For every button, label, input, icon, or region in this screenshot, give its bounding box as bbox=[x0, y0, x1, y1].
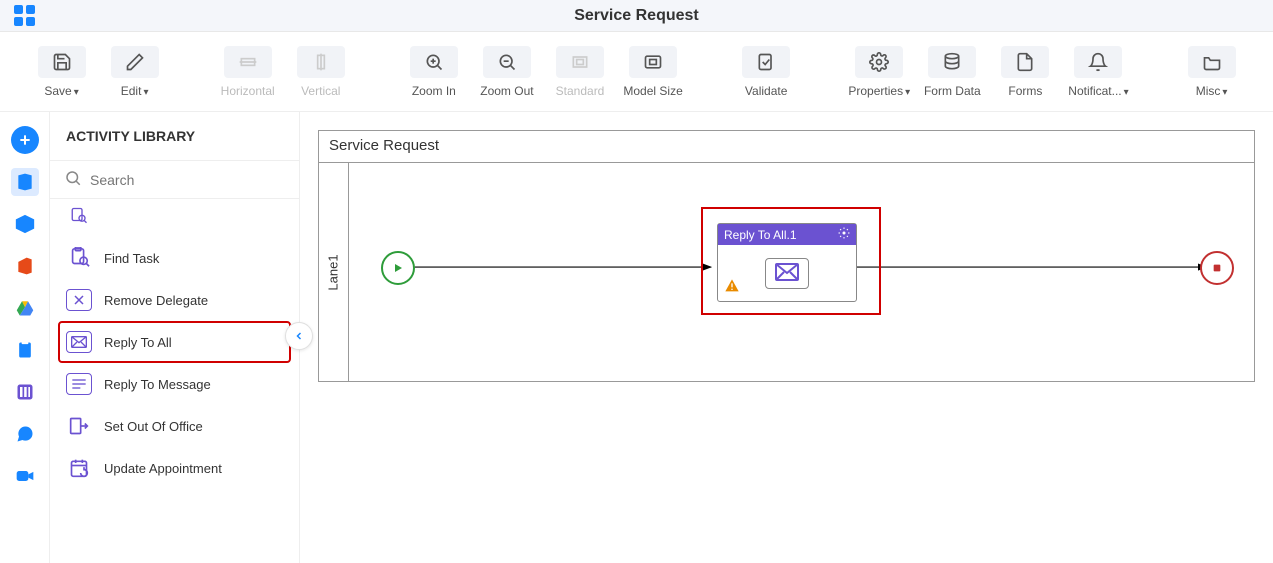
activity-node-label: Reply To All.1 bbox=[724, 228, 797, 242]
app-header: Service Request bbox=[0, 0, 1273, 32]
search-input[interactable] bbox=[90, 172, 285, 188]
rail-chat-icon[interactable] bbox=[11, 420, 39, 448]
activity-item-remove-delegate[interactable]: Remove Delegate bbox=[58, 279, 291, 321]
process-title[interactable]: Service Request bbox=[319, 131, 1254, 163]
app-logo[interactable] bbox=[0, 5, 50, 27]
chevron-down-icon: ▾ bbox=[905, 87, 910, 98]
left-rail bbox=[0, 112, 50, 563]
sidebar-title: ACTIVITY LIBRARY bbox=[50, 112, 299, 161]
calendar-icon bbox=[66, 457, 92, 479]
align-vertical-icon bbox=[297, 46, 345, 78]
search-icon bbox=[64, 169, 82, 190]
process-canvas[interactable]: Service Request Lane1 Reply To bbox=[318, 130, 1255, 382]
rail-add-button[interactable] bbox=[11, 126, 39, 154]
out-of-office-icon bbox=[66, 415, 92, 437]
chevron-down-icon: ▾ bbox=[1222, 87, 1227, 98]
folder-icon bbox=[1188, 46, 1236, 78]
activity-list[interactable]: Find Task Remove Delegate Reply To All R… bbox=[50, 199, 299, 563]
activity-label: Remove Delegate bbox=[104, 293, 208, 308]
misc-button[interactable]: Misc▾ bbox=[1180, 40, 1243, 104]
end-node[interactable] bbox=[1200, 251, 1234, 285]
validate-icon bbox=[742, 46, 790, 78]
activity-label: Update Appointment bbox=[104, 461, 222, 476]
remove-delegate-icon bbox=[66, 289, 92, 311]
notifications-button[interactable]: Notificat...▾ bbox=[1067, 40, 1130, 104]
start-node[interactable] bbox=[381, 251, 415, 285]
activity-node-body bbox=[718, 245, 856, 301]
rail-box-icon[interactable] bbox=[11, 210, 39, 238]
horizontal-button: Horizontal bbox=[216, 40, 279, 104]
toolbar: Save▾ Edit▾ Horizontal Vertical Zoom In … bbox=[0, 32, 1273, 112]
rail-video-icon[interactable] bbox=[11, 462, 39, 490]
chevron-down-icon: ▾ bbox=[143, 87, 148, 98]
search-wrap bbox=[50, 161, 299, 199]
chevron-down-icon: ▾ bbox=[1124, 87, 1129, 98]
page-title: Service Request bbox=[0, 7, 1273, 25]
rail-clipboard-icon[interactable] bbox=[11, 336, 39, 364]
activity-item-find-task[interactable]: Find Task bbox=[58, 237, 291, 279]
edit-button[interactable]: Edit▾ bbox=[103, 40, 166, 104]
lane-label[interactable]: Lane1 bbox=[319, 163, 349, 381]
gear-icon bbox=[855, 46, 903, 78]
find-task-icon bbox=[66, 247, 92, 269]
zoom-out-button[interactable]: Zoom Out bbox=[475, 40, 538, 104]
envelope-icon bbox=[66, 331, 92, 353]
chevron-down-icon: ▾ bbox=[74, 87, 79, 98]
process-canvas-wrap[interactable]: Service Request Lane1 Reply To bbox=[300, 112, 1273, 563]
bell-icon bbox=[1074, 46, 1122, 78]
forms-button[interactable]: Forms bbox=[994, 40, 1057, 104]
lane-body[interactable]: Reply To All.1 bbox=[349, 163, 1254, 381]
align-horizontal-icon bbox=[224, 46, 272, 78]
activity-label: Find Task bbox=[104, 251, 159, 266]
activity-label: Reply To Message bbox=[104, 377, 211, 392]
activity-label: Reply To All bbox=[104, 335, 172, 350]
save-icon bbox=[38, 46, 86, 78]
rail-office-icon[interactable] bbox=[11, 252, 39, 280]
rail-exchange-icon[interactable] bbox=[11, 168, 39, 196]
warning-icon bbox=[724, 278, 740, 297]
zoom-standard-button: Standard bbox=[548, 40, 611, 104]
activity-item-set-out-of-office[interactable]: Set Out Of Office bbox=[58, 405, 291, 447]
zoom-out-icon bbox=[483, 46, 531, 78]
zoom-in-icon bbox=[410, 46, 458, 78]
model-size-icon bbox=[629, 46, 677, 78]
form-data-button[interactable]: Form Data bbox=[921, 40, 984, 104]
activity-label: Set Out Of Office bbox=[104, 419, 203, 434]
vertical-button: Vertical bbox=[289, 40, 352, 104]
activity-library-sidebar: ACTIVITY LIBRARY Find Task Remove Delega… bbox=[50, 112, 300, 563]
search-doc-icon bbox=[66, 205, 92, 227]
document-icon bbox=[1001, 46, 1049, 78]
reply-message-icon bbox=[66, 373, 92, 395]
save-button[interactable]: Save▾ bbox=[30, 40, 93, 104]
activity-item-partial[interactable] bbox=[58, 205, 291, 237]
activity-item-update-appointment[interactable]: Update Appointment bbox=[58, 447, 291, 489]
activity-node-header[interactable]: Reply To All.1 bbox=[718, 224, 856, 245]
zoom-standard-icon bbox=[556, 46, 604, 78]
activity-item-reply-to-message[interactable]: Reply To Message bbox=[58, 363, 291, 405]
gear-icon[interactable] bbox=[838, 227, 850, 242]
model-size-button[interactable]: Model Size bbox=[622, 40, 685, 104]
activity-node-reply-to-all[interactable]: Reply To All.1 bbox=[717, 223, 857, 302]
activity-item-reply-to-all[interactable]: Reply To All bbox=[58, 321, 291, 363]
validate-button[interactable]: Validate bbox=[735, 40, 798, 104]
edit-icon bbox=[111, 46, 159, 78]
zoom-in-button[interactable]: Zoom In bbox=[402, 40, 465, 104]
collapse-sidebar-button[interactable] bbox=[285, 322, 313, 350]
properties-button[interactable]: Properties▾ bbox=[848, 40, 911, 104]
database-icon bbox=[928, 46, 976, 78]
rail-columns-icon[interactable] bbox=[11, 378, 39, 406]
envelope-icon bbox=[774, 263, 800, 281]
rail-drive-icon[interactable] bbox=[11, 294, 39, 322]
